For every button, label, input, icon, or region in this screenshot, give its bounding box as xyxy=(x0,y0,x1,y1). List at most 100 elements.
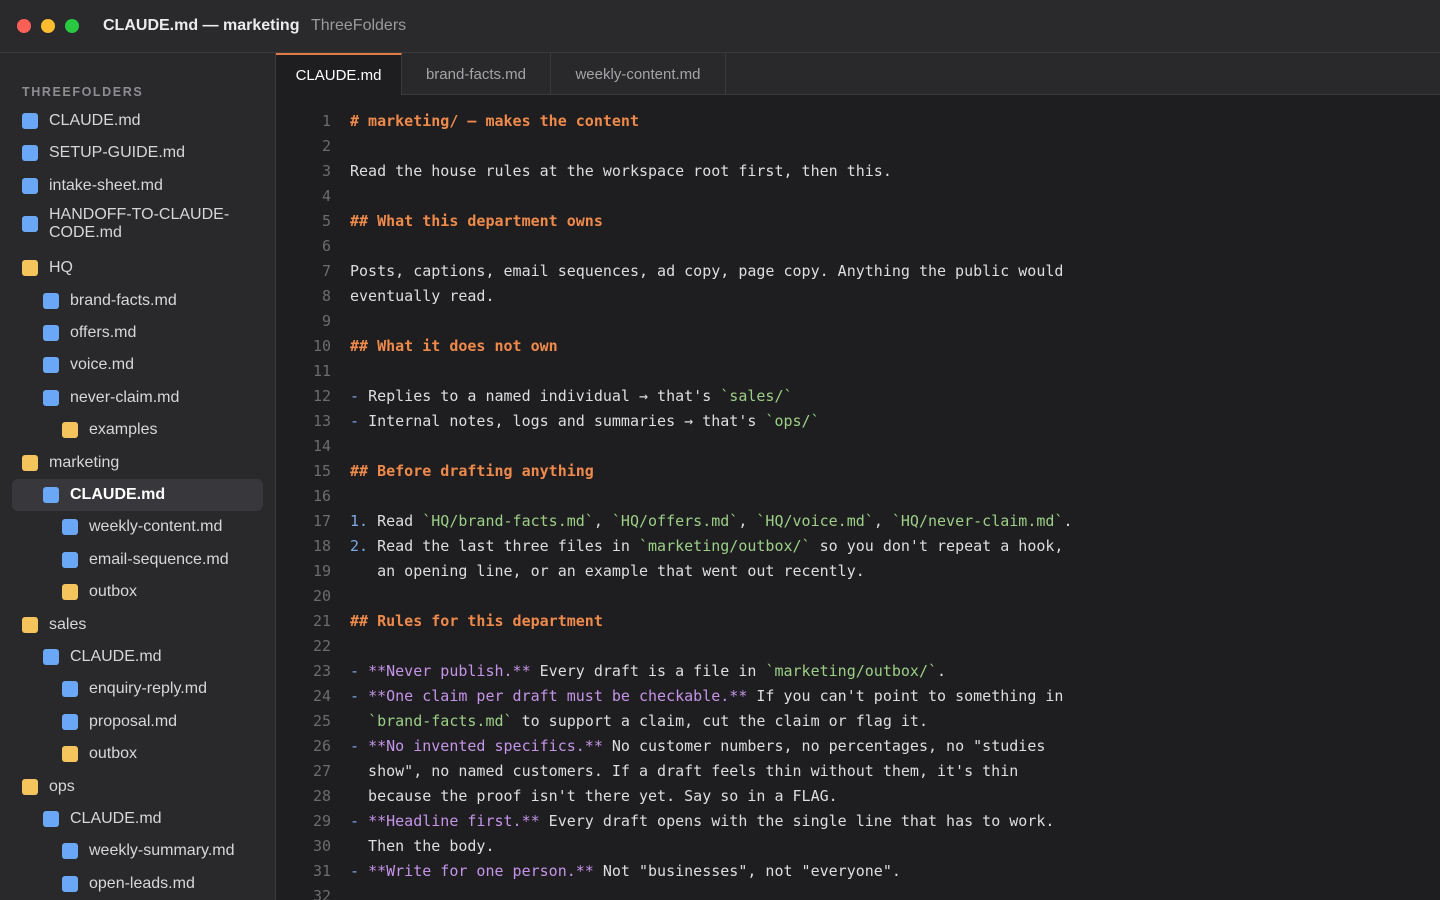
tree-file[interactable]: open-leads.md xyxy=(12,868,263,900)
file-icon xyxy=(62,713,78,730)
tree-item-label: ops xyxy=(49,777,75,795)
code-token: `brand-facts.md` xyxy=(368,712,513,730)
tab-weekly-content-md[interactable]: weekly-content.md xyxy=(551,53,726,95)
code-editor[interactable]: 1 # marketing/ — makes the content 2 3 Read … xyxy=(276,95,1440,900)
text-token: because the proof isn't there yet. Say s… xyxy=(350,787,838,805)
tree-item-label: CLAUDE.md xyxy=(49,112,141,129)
line-content: Then the body. xyxy=(350,834,495,859)
tree-file[interactable]: proposal.md xyxy=(12,706,263,738)
tree-item-label: weekly-content.md xyxy=(89,518,223,536)
list-marker: - xyxy=(350,687,369,705)
line-number: 31 xyxy=(312,862,331,880)
text-token: Then the body. xyxy=(350,837,495,855)
line-content: Read the house rules at the workspace ro… xyxy=(350,159,892,184)
list-marker: 2. xyxy=(350,537,378,555)
heading-token: ## Rules for this department xyxy=(350,612,603,630)
line-number: 11 xyxy=(312,362,331,380)
tree-file[interactable]: brand-facts.md xyxy=(12,285,263,317)
line-content: eventually read. xyxy=(350,284,495,309)
file-icon xyxy=(43,357,59,374)
tree-file[interactable]: email-sequence.md xyxy=(12,544,263,576)
line-number: 10 xyxy=(312,337,331,355)
tree-folder[interactable]: HQ xyxy=(12,252,263,284)
line-number: 6 xyxy=(321,237,331,255)
close-window-button[interactable] xyxy=(17,19,31,33)
tree-folder[interactable]: ops xyxy=(12,771,263,803)
tree-folder[interactable]: outbox xyxy=(12,738,263,770)
zoom-window-button[interactable] xyxy=(65,19,79,33)
folder-icon xyxy=(62,746,78,763)
code-line: 32 xyxy=(276,884,1440,900)
tree-item-label: examples xyxy=(89,421,158,439)
code-line: 11 xyxy=(276,359,1440,384)
code-line: 5 ## What this department owns xyxy=(276,209,1440,234)
tree-file[interactable]: never-claim.md xyxy=(12,382,263,414)
code-line: 3 Read the house rules at the workspace r… xyxy=(276,159,1440,184)
tree-item-label: CLAUDE.md xyxy=(70,810,162,827)
tree-file[interactable]: offers.md xyxy=(12,317,263,349)
file-icon xyxy=(22,113,38,129)
file-icon xyxy=(43,487,59,503)
code-line: 23 - **Never publish.** Every draft is a … xyxy=(276,659,1440,684)
tree-file[interactable]: SETUP-GUIDE.md xyxy=(12,137,263,169)
tree-item-label: HANDOFF-TO-CLAUDE- CODE.md xyxy=(49,206,229,242)
text-token: . xyxy=(1063,512,1073,530)
tree-item-label: outbox xyxy=(89,745,138,763)
line-number: 9 xyxy=(321,312,331,330)
line-content: because the proof isn't there yet. Say s… xyxy=(350,784,838,809)
tree-item-label: enquiry-reply.md xyxy=(89,680,207,698)
list-marker: 1. xyxy=(350,512,378,530)
code-line: 31 - **Write for one person.** Not "busin… xyxy=(276,859,1440,884)
file-icon xyxy=(62,681,78,698)
code-line: 12 - Replies to a named individual → that… xyxy=(276,384,1440,409)
tree-item-label-line: HANDOFF-TO-CLAUDE- xyxy=(49,206,230,224)
text-token: Read the house rules at the workspace ro… xyxy=(350,162,892,180)
tab-claude-md[interactable]: CLAUDE.md xyxy=(276,53,402,96)
line-content: - Internal notes, logs and summaries → t… xyxy=(350,409,820,434)
code-line: 7 Posts, captions, email sequences, ad co… xyxy=(276,259,1440,284)
line-number: 18 xyxy=(312,537,331,555)
bold-token: **Write for one person.** xyxy=(368,862,594,880)
tree-folder[interactable]: examples xyxy=(12,414,263,446)
tree-item-label: weekly-summary.md xyxy=(89,842,235,860)
tree-file[interactable]: weekly-summary.md xyxy=(12,835,263,867)
list-marker: - xyxy=(350,812,369,830)
code-line: 13 - Internal notes, logs and summaries →… xyxy=(276,409,1440,434)
heading-token: ## Before drafting anything xyxy=(350,462,594,480)
line-content: - **One claim per draft must be checkabl… xyxy=(350,684,1063,709)
text-token: Every draft opens with the single line t… xyxy=(539,812,1055,830)
code-line: 30 Then the body. xyxy=(276,834,1440,859)
tab-label: weekly-content.md xyxy=(575,65,701,83)
list-marker: - xyxy=(350,662,369,680)
text-token: Not "businesses", not "everyone". xyxy=(593,862,901,880)
tree-item-label: voice.md xyxy=(70,356,135,374)
tree-folder[interactable]: marketing xyxy=(12,447,263,479)
tree-folder[interactable]: sales xyxy=(12,609,263,641)
tree-file[interactable]: enquiry-reply.md xyxy=(12,673,263,705)
minimize-window-button[interactable] xyxy=(41,19,55,33)
folder-icon xyxy=(62,422,78,439)
file-icon xyxy=(62,551,78,568)
text-token: Replies to a named individual → that's xyxy=(368,387,721,405)
tree-file[interactable]: weekly-content.md xyxy=(12,511,263,543)
line-content: - **Headline first.** Every draft opens … xyxy=(350,809,1054,834)
tree-file[interactable]: HANDOFF-TO-CLAUDE- CODE.md xyxy=(12,202,263,246)
tree-file[interactable]: CLAUDE.md xyxy=(12,105,263,137)
tree-file[interactable]: CLAUDE.md xyxy=(12,641,263,673)
line-number: 23 xyxy=(312,662,331,680)
bold-token: **Never publish.** xyxy=(368,662,531,680)
line-content: ## Rules for this department xyxy=(350,609,603,634)
tab-brand-facts-md[interactable]: brand-facts.md xyxy=(402,53,551,95)
tree-file[interactable]: intake-sheet.md xyxy=(12,170,263,202)
text-token: No customer numbers, no percentages, no … xyxy=(602,737,1046,755)
tree-file[interactable]: CLAUDE.md xyxy=(12,479,263,511)
heading-token: ## What this department owns xyxy=(350,212,603,230)
bold-token: **No invented specifics.** xyxy=(368,737,603,755)
tree-folder[interactable]: outbox xyxy=(12,576,263,608)
code-token: `HQ/voice.md` xyxy=(756,512,874,530)
tree-file[interactable]: CLAUDE.md xyxy=(12,803,263,835)
line-number: 25 xyxy=(312,712,331,730)
code-line: 4 xyxy=(276,184,1440,209)
code-token: `HQ/never-claim.md` xyxy=(891,512,1064,530)
tree-file[interactable]: voice.md xyxy=(12,349,263,381)
